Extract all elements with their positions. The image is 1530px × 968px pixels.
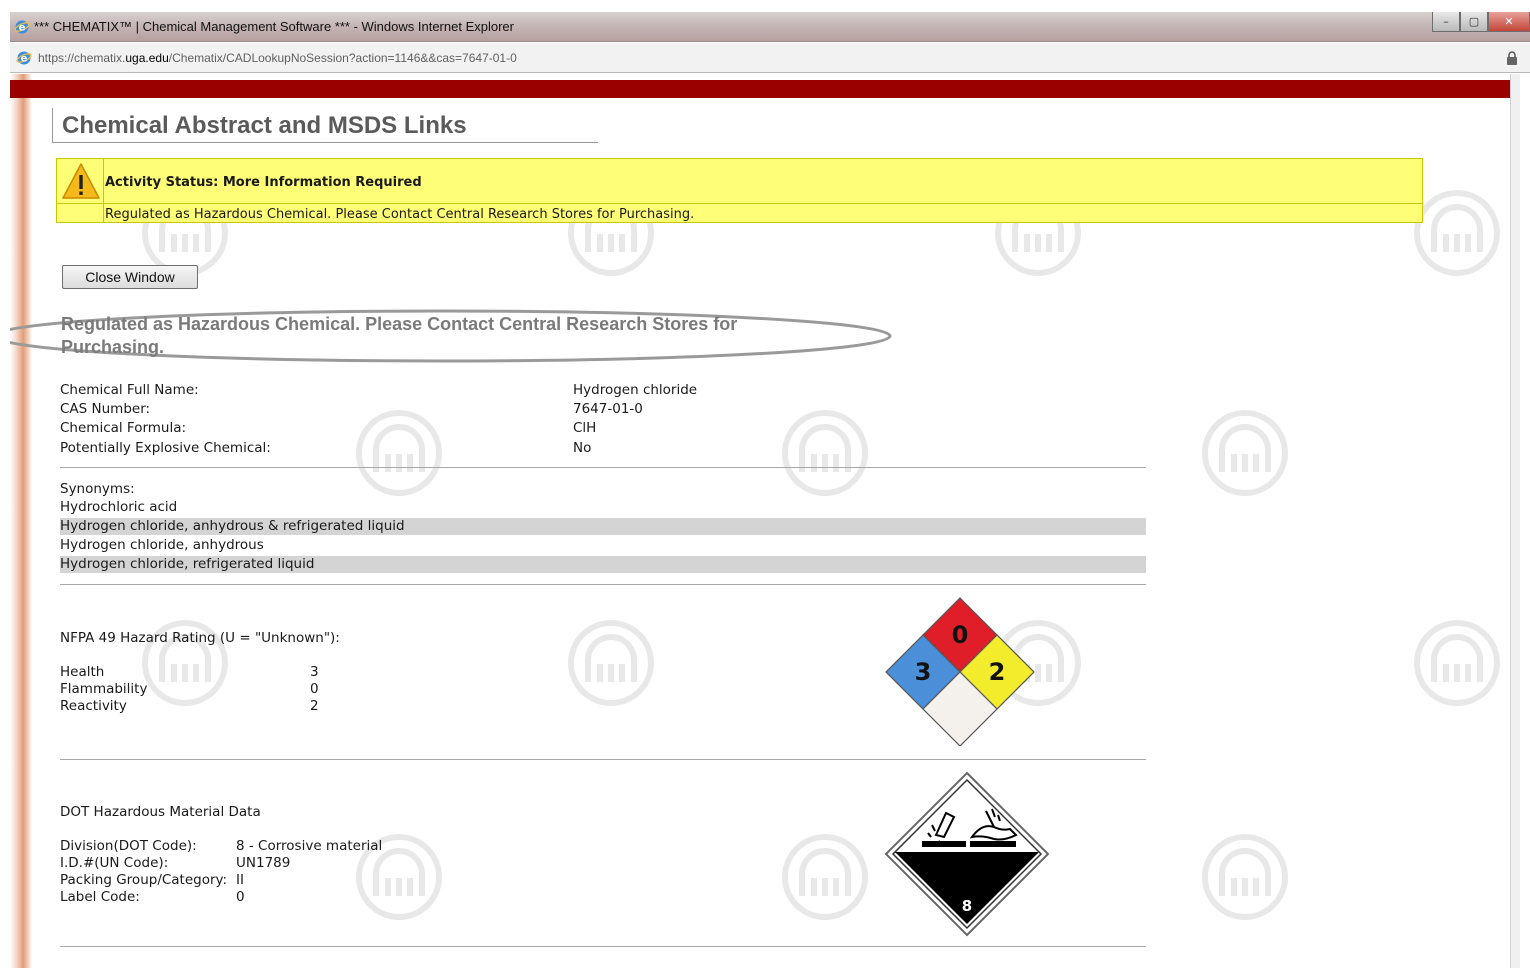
internet-explorer-icon: e <box>16 51 32 65</box>
synonym-item: Hydrogen chloride, anhydrous <box>60 537 264 553</box>
nfpa-diamond-reactivity: 2 <box>989 658 1006 686</box>
activity-status-alert: Activity Status: More Information Requir… <box>56 158 1423 223</box>
watermark-arch-icon <box>568 620 654 706</box>
chemical-formula-value: ClH <box>573 420 597 436</box>
watermark-arch-icon <box>356 410 442 496</box>
page-title: Chemical Abstract and MSDS Links <box>62 112 467 139</box>
cas-number-label: CAS Number: <box>60 401 151 417</box>
nfpa-reactivity-value: 2 <box>310 698 319 714</box>
dot-packing-group-value: II <box>236 872 244 888</box>
explosive-value: No <box>573 440 592 456</box>
lock-icon[interactable] <box>1506 51 1518 65</box>
address-bar[interactable]: e https://chematix.uga.edu/Chematix/CADL… <box>10 43 1530 73</box>
cas-number-value: 7647-01-0 <box>573 401 643 417</box>
dot-division-value: 8 - Corrosive material <box>236 838 383 854</box>
section-divider <box>60 946 1146 947</box>
url-field[interactable]: https://chematix.uga.edu/Chematix/CADLoo… <box>38 51 517 65</box>
synonyms-heading: Synonyms: <box>60 481 135 497</box>
nfpa-heading: NFPA 49 Hazard Rating (U = "Unknown"): <box>60 630 340 646</box>
watermark-arch-icon <box>1202 834 1288 920</box>
close-window-button[interactable]: Close Window <box>62 265 198 289</box>
watermark-arch-icon <box>1414 620 1500 706</box>
watermark-arch-icon <box>1202 410 1288 496</box>
hazard-notice: Regulated as Hazardous Chemical. Please … <box>61 314 738 357</box>
synonym-item: Hydrogen chloride, anhydrous & refrigera… <box>60 518 1146 535</box>
maximize-button[interactable]: ▢ <box>1460 12 1488 32</box>
window-title: *** CHEMATIX™ | Chemical Management Soft… <box>34 19 514 34</box>
section-divider <box>60 584 1146 585</box>
header-band <box>10 80 1520 98</box>
activity-status-text: Activity Status: More Information Requir… <box>105 175 422 190</box>
section-divider <box>60 759 1146 760</box>
explosive-label: Potentially Explosive Chemical: <box>60 440 271 456</box>
nfpa-diamond-flammability: 0 <box>952 621 969 649</box>
watermark-arch-icon <box>1414 190 1500 276</box>
dot-heading: DOT Hazardous Material Data <box>60 804 261 820</box>
page-viewport: Chemical Abstract and MSDS Links Activit… <box>10 74 1520 968</box>
dot-label-code-label: Label Code: <box>60 889 140 905</box>
window-titlebar: e *** CHEMATIX™ | Chemical Management So… <box>10 12 1530 42</box>
nfpa-flammability-value: 0 <box>310 681 319 697</box>
vertical-scrollbar[interactable] <box>1510 74 1520 968</box>
nfpa-diamond-health: 3 <box>915 658 932 686</box>
left-border-decoration <box>10 74 32 968</box>
warning-icon <box>62 163 100 199</box>
dot-packing-group-label: Packing Group/Category: <box>60 872 228 888</box>
alert-message: Regulated as Hazardous Chemical. Please … <box>105 207 695 222</box>
placard-class-number: 8 <box>962 897 972 915</box>
corrosive-placard-icon: 8 <box>884 771 1050 937</box>
synonym-item: Hydrogen chloride, refrigerated liquid <box>60 556 1146 573</box>
synonym-item: Hydrochloric acid <box>60 499 178 515</box>
close-window-button[interactable]: ✕ <box>1488 12 1530 32</box>
watermark-arch-icon <box>782 410 868 496</box>
chemical-name-label: Chemical Full Name: <box>60 382 199 398</box>
dot-label-code-value: 0 <box>236 889 245 905</box>
section-divider <box>60 467 1146 468</box>
dot-division-label: Division(DOT Code): <box>60 838 197 854</box>
svg-text:e: e <box>19 23 26 34</box>
svg-text:e: e <box>21 54 28 65</box>
nfpa-health-value: 3 <box>310 664 319 680</box>
nfpa-flammability-label: Flammability <box>60 681 148 697</box>
nfpa-diamond-icon: 0 3 2 <box>885 597 1035 746</box>
chemical-formula-label: Chemical Formula: <box>60 420 187 436</box>
dot-un-code-value: UN1789 <box>236 855 291 871</box>
nfpa-health-label: Health <box>60 664 105 680</box>
minimize-button[interactable]: – <box>1432 12 1460 32</box>
dot-un-code-label: I.D.#(UN Code): <box>60 855 169 871</box>
internet-explorer-icon: e <box>14 20 30 34</box>
watermark-arch-icon <box>782 834 868 920</box>
chemical-name-value: Hydrogen chloride <box>573 382 698 398</box>
nfpa-reactivity-label: Reactivity <box>60 698 127 714</box>
